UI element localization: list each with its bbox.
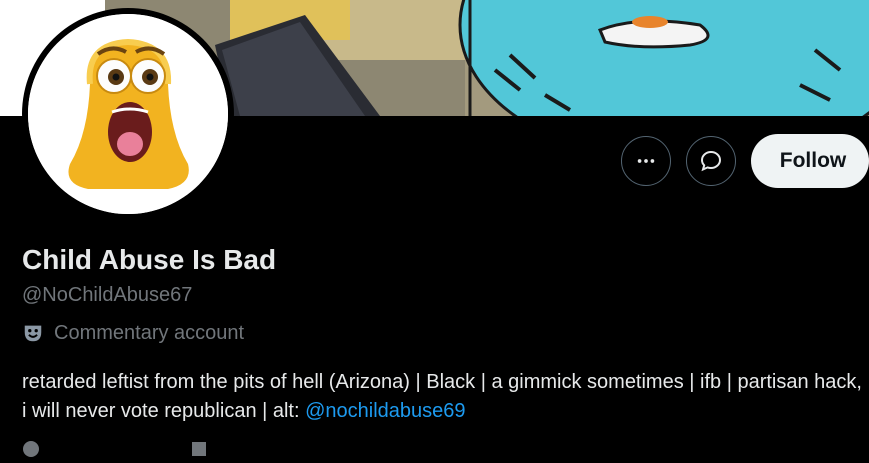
message-bubble-icon — [700, 150, 722, 172]
more-dots-icon — [637, 159, 655, 163]
bio-mention-link[interactable]: @nochildabuse69 — [305, 400, 465, 422]
avatar-border[interactable] — [22, 8, 234, 220]
display-name: Child Abuse Is Bad — [22, 244, 277, 275]
profile-bio: retarded leftist from the pits of hell (… — [22, 368, 862, 426]
account-label-text: Commentary account — [54, 321, 245, 344]
avatar[interactable] — [28, 14, 228, 214]
profile-meta-row — [22, 440, 208, 458]
follow-button[interactable]: Follow — [751, 134, 869, 188]
profile-handle: @NoChildAbuse67 — [22, 284, 193, 306]
more-button[interactable] — [621, 136, 671, 186]
calendar-icon — [190, 440, 208, 458]
comedy-tragedy-masks-icon — [24, 325, 42, 342]
surprised-face-icon — [28, 14, 228, 214]
message-button[interactable] — [686, 136, 736, 186]
account-label[interactable]: Commentary account — [22, 320, 244, 346]
location-icon — [22, 440, 40, 458]
